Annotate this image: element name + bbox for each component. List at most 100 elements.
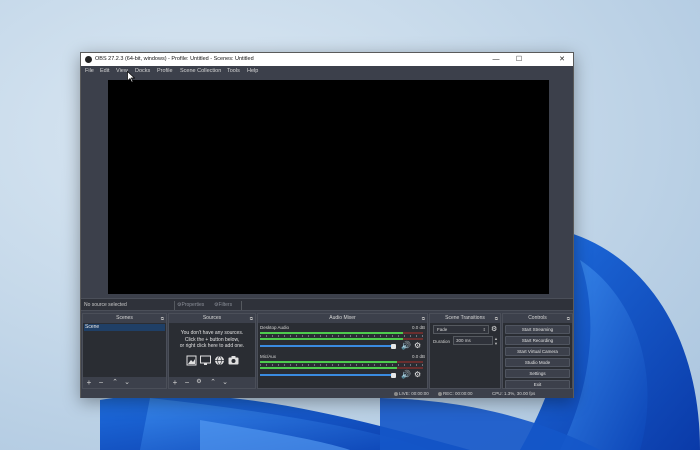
- menu-bar: File Edit View Docks Profile Scene Colle…: [81, 66, 573, 77]
- scenes-header: Scenes ⧉: [83, 314, 166, 323]
- rec-indicator-icon: [438, 391, 442, 396]
- transition-select[interactable]: Fade ⇕: [433, 325, 489, 334]
- audio-mixer-title: Audio Mixer: [329, 315, 356, 321]
- volume-meter: [260, 338, 423, 340]
- properties-button[interactable]: ⚙Properties: [177, 300, 204, 310]
- gear-icon[interactable]: ⚙: [414, 371, 421, 379]
- meter-ticks: [260, 335, 423, 337]
- track-db: 0.0 dB: [411, 354, 425, 359]
- title-bar[interactable]: OBS 27.2.3 (64-bit, windows) - Profile: …: [81, 53, 573, 66]
- menu-profile[interactable]: Profile: [157, 66, 173, 77]
- obs-window: OBS 27.2.3 (64-bit, windows) - Profile: …: [80, 52, 574, 398]
- meter-fill: [260, 332, 404, 334]
- menu-help[interactable]: Help: [247, 66, 258, 77]
- move-down-icon[interactable]: ⌄: [220, 377, 230, 388]
- speaker-icon[interactable]: 🔊: [401, 371, 411, 379]
- menu-scene-collection[interactable]: Scene Collection: [180, 66, 221, 77]
- float-dock-icon[interactable]: ⧉: [250, 314, 253, 323]
- menu-edit[interactable]: Edit: [100, 66, 109, 77]
- studio-mode-button[interactable]: Studio Mode: [505, 358, 570, 367]
- close-button[interactable]: ✕: [551, 53, 573, 66]
- volume-meter: [260, 361, 423, 363]
- move-down-icon[interactable]: ⌄: [122, 377, 132, 388]
- audio-mixer-header: Audio Mixer ⧉: [258, 314, 427, 323]
- move-up-icon[interactable]: ⌃: [110, 377, 120, 388]
- mixer-track-desktop: Desktop Audio 0.0 dB 🔊 ⚙: [260, 325, 425, 355]
- settings-button[interactable]: Settings: [505, 369, 570, 378]
- browser-source-icon: [215, 355, 224, 366]
- rec-status: REC: 00:00:00: [438, 390, 473, 398]
- track-db: 0.0 dB: [411, 325, 425, 330]
- track-name: Desktop Audio: [260, 325, 290, 330]
- duration-value: 300 ms: [456, 338, 471, 343]
- scenes-dock: Scenes ⧉ Scene + − ⌃ ⌄: [82, 313, 167, 389]
- transition-gear-icon[interactable]: ⚙: [491, 326, 497, 334]
- duration-input[interactable]: 300 ms: [453, 336, 493, 345]
- volume-slider[interactable]: [260, 374, 396, 376]
- float-dock-icon[interactable]: ⧉: [495, 314, 498, 323]
- menu-docks[interactable]: Docks: [135, 66, 150, 77]
- empty-line-1: You don't have any sources.: [180, 330, 244, 336]
- status-bar: LIVE: 00:00:00 REC: 00:00:00 CPU: 1.3%, …: [81, 390, 573, 398]
- menu-file[interactable]: File: [85, 66, 94, 77]
- live-status: LIVE: 00:00:00: [394, 390, 429, 398]
- meter-ticks: [260, 364, 423, 366]
- controls-title: Controls: [528, 315, 547, 321]
- remove-scene-button[interactable]: −: [96, 377, 106, 388]
- remove-source-button[interactable]: −: [182, 377, 192, 388]
- controls-dock: Controls ⧉ Start Streaming Start Recordi…: [502, 313, 573, 389]
- display-capture-icon: [200, 355, 211, 365]
- exit-button[interactable]: Exit: [505, 380, 570, 389]
- sources-toolbar: + − ⚙ ⌃ ⌄: [169, 377, 255, 388]
- cpu-status: CPU: 1.3%, 30.00 fps: [492, 391, 536, 396]
- gear-icon[interactable]: ⚙: [414, 342, 421, 350]
- meter-fill: [260, 367, 397, 369]
- divider: [241, 301, 242, 310]
- window-title: OBS 27.2.3 (64-bit, windows) - Profile: …: [95, 56, 254, 62]
- sources-dock: Sources ⧉ You don't have any sources. Cl…: [168, 313, 256, 389]
- volume-meter: [260, 367, 423, 369]
- controls-header: Controls ⧉: [503, 314, 572, 323]
- rec-time: REC: 00:00:00: [443, 391, 473, 396]
- transition-selected-value: Fade: [437, 327, 448, 332]
- filters-label: Filters: [218, 302, 233, 308]
- duration-label: Duration: [433, 339, 451, 344]
- maximize-button[interactable]: ☐: [508, 53, 530, 66]
- volume-slider-handle[interactable]: [391, 372, 396, 378]
- obs-logo-icon: [85, 56, 92, 63]
- mixer-track-mic: Mic/Aux 0.0 dB 🔊 ⚙: [260, 354, 425, 384]
- minimize-button[interactable]: —: [485, 53, 507, 66]
- add-source-button[interactable]: +: [170, 377, 180, 388]
- scenes-toolbar: + − ⌃ ⌄: [83, 377, 166, 388]
- speaker-icon[interactable]: 🔊: [401, 342, 411, 350]
- audio-mixer-dock: Audio Mixer ⧉ Desktop Audio 0.0 dB 🔊 ⚙ M…: [257, 313, 428, 389]
- empty-line-3: or right click here to add one.: [179, 343, 245, 349]
- start-virtual-camera-button[interactable]: Start Virtual Camera: [505, 347, 570, 356]
- scene-list-item[interactable]: Scene: [84, 324, 165, 331]
- move-up-icon[interactable]: ⌃: [208, 377, 218, 388]
- filters-button[interactable]: ⚙Filters: [214, 300, 232, 310]
- source-properties-gear-icon[interactable]: ⚙: [194, 377, 204, 388]
- volume-meter: [260, 332, 423, 334]
- source-type-icons: [186, 355, 242, 366]
- preview-canvas[interactable]: [108, 80, 549, 294]
- volume-slider-handle[interactable]: [391, 343, 396, 349]
- scenes-title: Scenes: [116, 315, 133, 321]
- start-recording-button[interactable]: Start Recording: [505, 336, 570, 345]
- start-streaming-button[interactable]: Start Streaming: [505, 325, 570, 334]
- float-dock-icon[interactable]: ⧉: [567, 314, 570, 323]
- scene-transitions-header: Scene Transitions ⧉: [430, 314, 500, 323]
- spin-down-icon[interactable]: ▼: [494, 341, 498, 346]
- float-dock-icon[interactable]: ⧉: [422, 314, 425, 323]
- track-name: Mic/Aux: [260, 354, 277, 359]
- meter-fill: [260, 361, 397, 363]
- sources-title: Sources: [202, 315, 222, 321]
- volume-slider[interactable]: [260, 345, 396, 347]
- float-dock-icon[interactable]: ⧉: [161, 314, 164, 323]
- add-scene-button[interactable]: +: [84, 377, 94, 388]
- scene-transitions-dock: Scene Transitions ⧉ Fade ⇕ ⚙ Duration 30…: [429, 313, 501, 389]
- divider: [174, 301, 175, 310]
- sources-empty-message[interactable]: You don't have any sources. Click the + …: [169, 330, 255, 350]
- menu-tools[interactable]: Tools: [227, 66, 240, 77]
- image-source-icon: [186, 355, 197, 366]
